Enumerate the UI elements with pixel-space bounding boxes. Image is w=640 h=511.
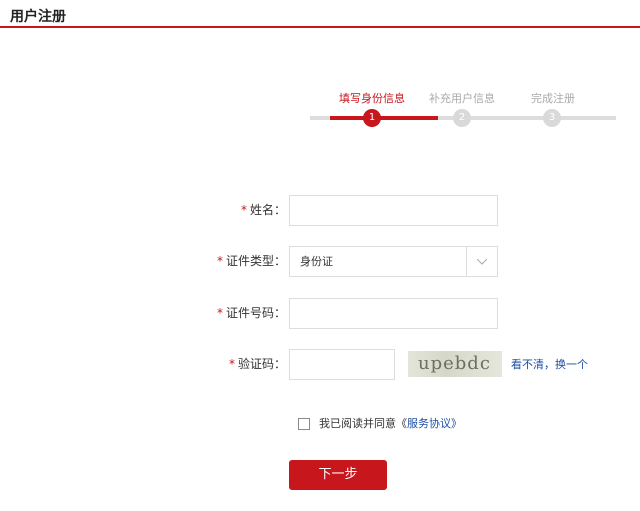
step-label-1: 填写身份信息 (339, 92, 405, 105)
step-number-2: 2 (453, 109, 471, 127)
id-number-input[interactable] (289, 298, 498, 329)
step-track-active (330, 116, 438, 120)
name-label: * 姓名： (241, 195, 286, 226)
step-number-3: 3 (543, 109, 561, 127)
required-mark: * (240, 203, 247, 217)
page-title: 用户注册 (10, 9, 66, 25)
captcha-row: * 验证码： upebdc 看不清，换一个 (0, 349, 640, 380)
required-mark: * (228, 357, 235, 371)
id-number-row: * 证件号码： (0, 298, 640, 329)
service-agreement-link[interactable]: 服务协议 (407, 417, 451, 430)
required-mark: * (216, 306, 223, 320)
id-number-label-text: 证件号码： (225, 306, 286, 320)
agreement-close: 》 (451, 417, 462, 430)
name-row: * 姓名： (0, 195, 640, 226)
name-label-text: 姓名： (249, 203, 286, 217)
captcha-label-text: 验证码： (237, 357, 286, 371)
id-type-selected-value: 身份证 (300, 255, 333, 268)
captcha-refresh-link[interactable]: 看不清，换一个 (511, 349, 588, 380)
name-input[interactable] (289, 195, 498, 226)
next-step-button[interactable]: 下一步 (289, 460, 387, 490)
agreement-text: 我已阅读并同意《服务协议》 (319, 417, 462, 431)
chevron-down-icon[interactable] (466, 247, 497, 276)
id-type-label: * 证件类型： (217, 246, 286, 277)
step-label-3: 完成注册 (531, 92, 575, 105)
step-label-2: 补充用户信息 (429, 92, 495, 105)
id-number-label: * 证件号码： (217, 298, 286, 329)
title-divider (0, 26, 640, 28)
step-number-1: 1 (363, 109, 381, 127)
captcha-input[interactable] (289, 349, 395, 380)
required-mark: * (216, 254, 223, 268)
id-type-row: * 证件类型： 身份证 (0, 246, 640, 277)
agreement-prefix: 我已阅读并同意《 (319, 417, 407, 430)
captcha-image-text: upebdc (418, 353, 491, 374)
id-type-select[interactable]: 身份证 (289, 246, 498, 277)
step-progress: 填写身份信息 1 补充用户信息 2 完成注册 3 (310, 90, 616, 130)
captcha-image[interactable]: upebdc (408, 351, 502, 377)
agreement-checkbox[interactable] (298, 418, 310, 430)
captcha-label: * 验证码： (229, 349, 286, 380)
id-type-label-text: 证件类型： (225, 254, 286, 268)
